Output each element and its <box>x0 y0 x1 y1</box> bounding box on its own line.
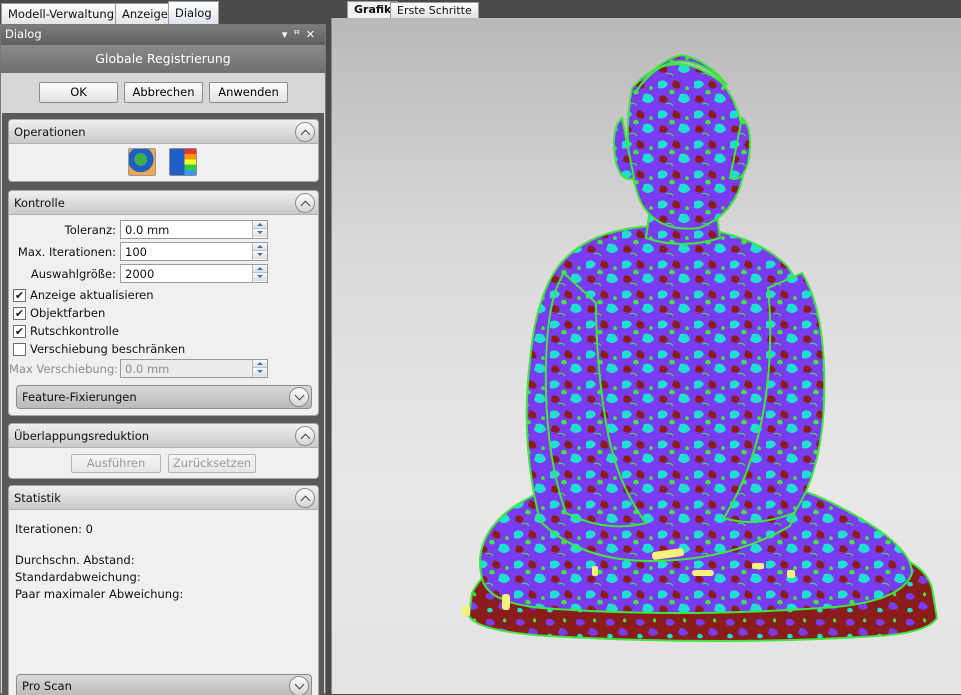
tab-dialog[interactable]: Dialog <box>168 1 219 24</box>
limit-shift-label: Verschiebung beschränken <box>30 342 186 356</box>
collapse-icon[interactable] <box>295 193 315 213</box>
pro-scan-expander[interactable]: Pro Scan <box>16 674 312 695</box>
checkbox-slip-control[interactable]: ✔ <box>13 325 26 338</box>
operations-title: Operationen <box>14 125 86 139</box>
globe-colormap-icon[interactable] <box>169 148 197 176</box>
tab-erste-schritte[interactable]: Erste Schritte <box>390 2 479 18</box>
left-dock: Modell-Verwaltung Anzeige Dialog Dialog … <box>0 0 326 695</box>
max-shift-field[interactable]: 0.0 mm <box>120 359 268 378</box>
statistics-header[interactable]: Statistik <box>9 486 318 510</box>
tolerance-field[interactable]: 0.0 mm <box>120 220 268 239</box>
iterations-stat: Iterationen: 0 <box>15 522 93 536</box>
control-title: Kontrolle <box>14 196 65 210</box>
overlap-section: Überlappungsreduktion Ausführen Zurückse… <box>8 423 319 479</box>
sample-size-value: 2000 <box>125 267 155 281</box>
std-dev-stat: Standardabweichung: <box>15 570 141 584</box>
overlap-title: Überlappungsreduktion <box>14 429 150 443</box>
tolerance-spinner[interactable] <box>252 221 267 238</box>
dialog-panel: Dialog ▾ꟸ✕ Globale Registrierung OK Abbr… <box>0 24 326 695</box>
checkbox-limit-shift[interactable] <box>13 343 26 356</box>
graphics-viewport[interactable] <box>331 18 961 694</box>
dialog-header: Globale Registrierung <box>1 45 325 73</box>
max-iterations-spinner[interactable] <box>252 243 267 260</box>
panel-title: Dialog <box>5 27 42 41</box>
tab-modell-verwaltung[interactable]: Modell-Verwaltung <box>1 3 122 24</box>
globe-register-icon[interactable] <box>128 148 156 176</box>
apply-button[interactable]: Anwenden <box>209 82 288 103</box>
update-display-label: Anzeige aktualisieren <box>30 288 154 302</box>
statistics-section: Statistik Iterationen: 0 Durchschn. Abst… <box>8 485 319 695</box>
checkbox-update-display[interactable]: ✔ <box>13 289 26 302</box>
cancel-button[interactable]: Abbrechen <box>124 82 203 103</box>
panel-titlebar: Dialog ▾ꟸ✕ <box>1 25 325 45</box>
run-button[interactable]: Ausführen <box>71 454 161 473</box>
sample-size-spinner[interactable] <box>252 265 267 282</box>
collapse-icon[interactable] <box>295 122 315 142</box>
buddha-scan-model <box>462 53 939 642</box>
expand-icon[interactable] <box>289 676 309 695</box>
collapse-icon[interactable] <box>295 488 315 508</box>
operations-section: Operationen <box>8 119 319 182</box>
sample-size-label: Auswahlgröße: <box>30 267 116 281</box>
feature-fixations-expander[interactable]: Feature-Fixierungen <box>16 385 312 409</box>
dropdown-icon[interactable]: ▾ <box>282 28 294 41</box>
slip-control-label: Rutschkontrolle <box>30 324 119 338</box>
collapse-icon[interactable] <box>295 426 315 446</box>
view-tab-row: Grafik Erste Schritte <box>331 0 961 19</box>
tolerance-value: 0.0 mm <box>125 223 170 237</box>
max-iterations-label: Max. Iterationen: <box>17 245 116 259</box>
max-iterations-field[interactable]: 100 <box>120 242 268 261</box>
max-iterations-value: 100 <box>125 245 147 259</box>
dialog-content: Operationen Kontrolle Toleranz: 0.0 mm M… <box>2 113 324 695</box>
object-colors-label: Objektfarben <box>30 306 106 320</box>
tolerance-label: Toleranz: <box>64 223 116 237</box>
dialog-button-row: OK Abbrechen Anwenden <box>1 73 325 113</box>
control-section: Kontrolle Toleranz: 0.0 mm Max. Iteratio… <box>8 190 319 416</box>
sample-size-field[interactable]: 2000 <box>120 264 268 283</box>
max-shift-spinner[interactable] <box>252 360 267 377</box>
pair-max-stat: Paar maximaler Abweichung: <box>15 587 184 601</box>
reset-button[interactable]: Zurücksetzen <box>168 454 256 473</box>
checkbox-object-colors[interactable]: ✔ <box>13 307 26 320</box>
max-shift-label: Max Verschiebung: <box>9 362 119 376</box>
control-header[interactable]: Kontrolle <box>9 191 318 215</box>
statistics-title: Statistik <box>14 491 61 505</box>
operations-header[interactable]: Operationen <box>9 120 318 144</box>
expand-icon[interactable] <box>289 387 309 407</box>
close-icon[interactable]: ✕ <box>306 28 321 41</box>
feature-fixations-label: Feature-Fixierungen <box>22 390 137 404</box>
pro-scan-label: Pro Scan <box>22 679 72 693</box>
overlap-header[interactable]: Überlappungsreduktion <box>9 424 318 448</box>
tab-anzeige[interactable]: Anzeige <box>115 3 175 24</box>
pin-icon[interactable]: ꟸ <box>293 28 305 41</box>
dock-tab-row: Modell-Verwaltung Anzeige Dialog <box>0 0 326 24</box>
ok-button[interactable]: OK <box>39 82 118 103</box>
avg-distance-stat: Durchschn. Abstand: <box>15 553 135 567</box>
max-shift-value: 0.0 mm <box>125 362 170 376</box>
